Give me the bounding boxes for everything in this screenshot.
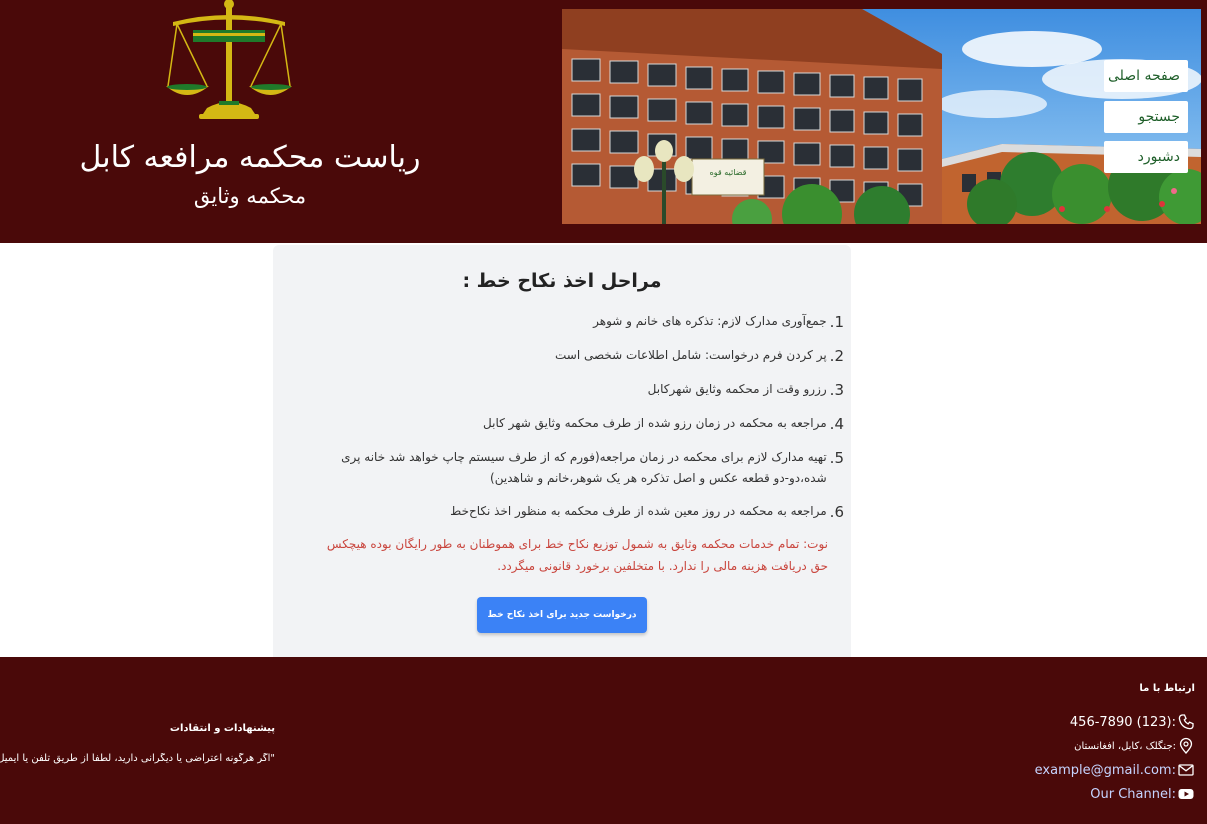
contact-phone[interactable]: :(123) 456-7890	[1070, 713, 1195, 731]
nav-search-button[interactable]: جستجو	[1104, 101, 1188, 133]
step-text: پر کردن فرم درخواست: شامل اطلاعات شخصی ا…	[554, 348, 827, 362]
step-number: 4.	[829, 415, 844, 433]
nav-dashboard-button[interactable]: دشبورد	[1104, 141, 1188, 173]
step-text: مراجعه به محکمه در روز معین شده از طرف م…	[450, 504, 827, 518]
suggestions-title: پیشنهادات و انتقادات	[169, 723, 275, 734]
step-text: رزرو وقت از محکمه وثایق شهرکابل	[647, 382, 827, 396]
step-text: جمع‌آوری مدارک لازم: تذکره های خانم و شو…	[593, 314, 827, 328]
step-number: 3.	[829, 381, 844, 399]
nav-home-button[interactable]: صفحه اصلی	[1104, 60, 1188, 92]
contact-address: :جنگلک ،کابل، افغانستان	[1074, 737, 1195, 755]
phone-icon	[1178, 714, 1194, 730]
step-item: 3. رزرو وقت از محکمه وثایق شهرکابل	[284, 379, 844, 401]
step-item: 1. جمع‌آوری مدارک لازم: تذکره های خانم و…	[284, 311, 844, 333]
step-item: 5. تهیه مدارک لازم برای محکمه در زمان مر…	[284, 447, 844, 489]
marriage-steps-card: مراحل اخذ نکاح خط : 1. جمع‌آوری مدارک لا…	[273, 245, 851, 657]
step-number: 5.	[829, 449, 844, 467]
new-application-button[interactable]: درخواست جدید برای اخذ نکاح خط	[477, 597, 647, 633]
step-number: 6.	[829, 503, 844, 521]
youtube-icon	[1178, 789, 1194, 799]
step-item: 2. پر کردن فرم درخواست: شامل اطلاعات شخص…	[284, 345, 844, 367]
phone-text: :(123) 456-7890	[1069, 714, 1176, 730]
main-nav: صفحه اصلی جستجو دشبورد	[1104, 60, 1188, 182]
step-item: 6. مراجعه به محکمه در روز معین شده از طر…	[284, 501, 844, 523]
scales-of-justice-logo	[166, 0, 292, 119]
step-text: مراجعه به محکمه در زمان رزو شده از طرف م…	[483, 416, 827, 430]
site-footer: ارتباط با ما :(123) 456-7890 :جنگلک ،کاب…	[0, 657, 1207, 824]
steps-list: 1. جمع‌آوری مدارک لازم: تذکره های خانم و…	[284, 311, 844, 535]
channel-link[interactable]: :Our Channel	[1090, 787, 1176, 802]
building-sign-text: قضائیه قوه	[710, 168, 747, 177]
location-pin-icon	[1179, 737, 1193, 754]
site-title: ریاست محکمه مرافعه کابل	[79, 140, 421, 175]
address-text: :جنگلک ،کابل، افغانستان	[1074, 740, 1176, 752]
contact-email[interactable]: :example@gmail.com	[1035, 761, 1195, 779]
card-title: مراحل اخذ نکاح خط :	[462, 270, 662, 292]
site-subtitle: محکمه وثایق	[193, 184, 307, 208]
step-number: 1.	[829, 313, 844, 331]
site-header: ریاست محکمه مرافعه کابل محکمه وثایق قضائ…	[0, 0, 1207, 243]
mail-icon	[1178, 764, 1194, 776]
step-number: 2.	[829, 347, 844, 365]
step-text: تهیه مدارک لازم برای محکمه در زمان مراجع…	[341, 450, 827, 485]
free-service-note: نوت: تمام خدمات محکمه وثایق به شمول توزی…	[326, 537, 828, 573]
step-item: 4. مراجعه به محکمه در زمان رزو شده از طر…	[284, 413, 844, 435]
suggestions-text: "اگر هرگونه اعتراضی یا دیگرانی دارید، لط…	[0, 753, 275, 764]
contact-youtube[interactable]: :Our Channel	[1090, 785, 1195, 803]
email-link[interactable]: :example@gmail.com	[1035, 763, 1176, 778]
contact-title: ارتباط با ما	[1139, 683, 1195, 694]
